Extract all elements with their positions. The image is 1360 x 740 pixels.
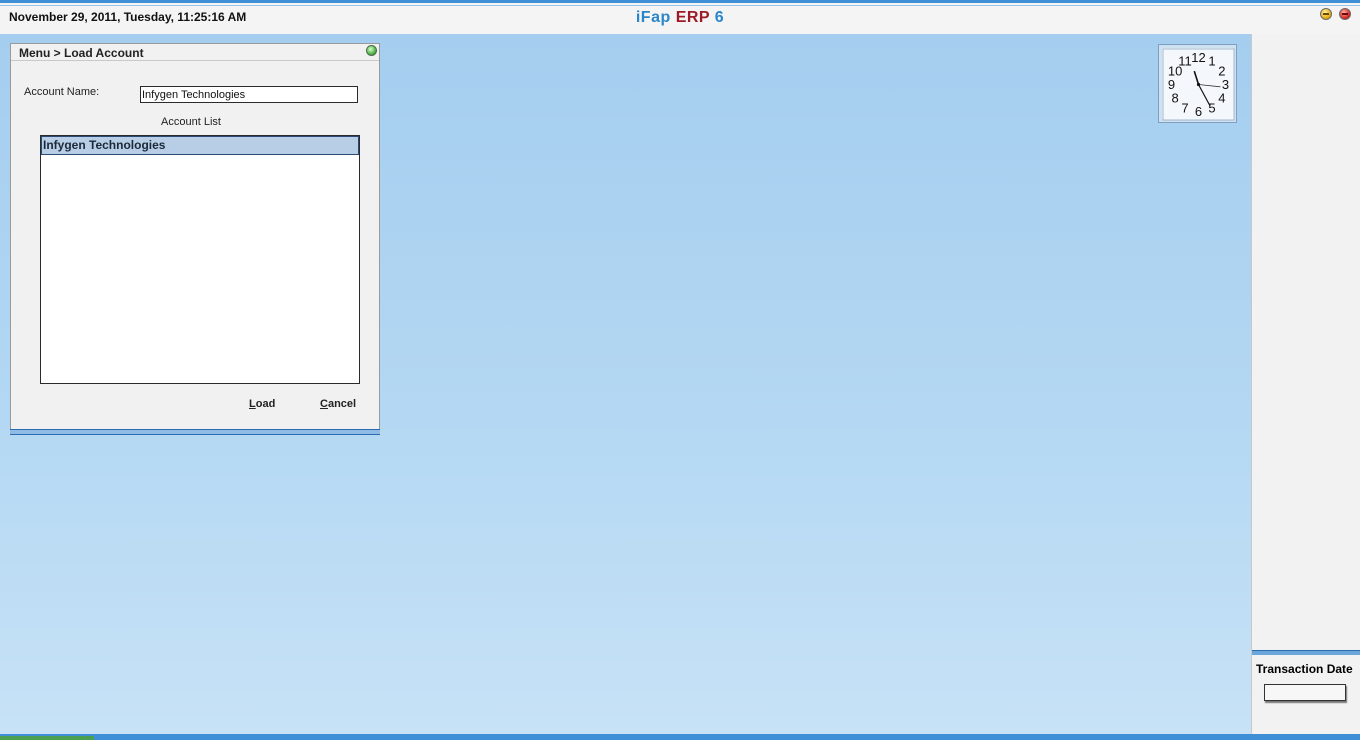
close-icon[interactable]	[1339, 8, 1351, 20]
dialog-title: Menu > Load Account	[19, 46, 144, 60]
load-button[interactable]: Load	[249, 398, 275, 410]
account-name-label: Account Name:	[24, 86, 100, 98]
clock-numeral: 7	[1181, 100, 1188, 115]
clock-numeral: 5	[1208, 100, 1215, 115]
clock-numeral: 6	[1195, 104, 1202, 119]
app-title-erp: ERP	[675, 9, 710, 26]
clock-numeral: 8	[1171, 91, 1178, 106]
account-name-input[interactable]	[140, 86, 358, 103]
cancel-accelerator: C	[320, 398, 328, 410]
load-account-dialog: Menu > Load Account Account Name: Accoun…	[10, 43, 380, 435]
app-title-version: 6	[714, 9, 725, 26]
minimize-icon[interactable]	[1320, 8, 1332, 20]
app-title: iFap ERP 6	[0, 9, 1360, 27]
cancel-label: ancel	[327, 398, 357, 410]
app-title-ifap: iFap	[635, 9, 671, 26]
bottom-bar	[0, 734, 1360, 740]
cancel-button[interactable]: Cancel	[320, 398, 356, 410]
dialog-title-divider	[11, 60, 379, 61]
account-list[interactable]: Infygen Technologies	[40, 135, 360, 384]
taskbar-start[interactable]	[0, 736, 94, 740]
list-item[interactable]: Infygen Technologies	[41, 136, 359, 155]
transaction-date-label: Transaction Date	[1256, 662, 1353, 676]
clock-numeral: 12	[1191, 50, 1205, 65]
transaction-date-field[interactable]	[1264, 684, 1346, 701]
clock-numeral: 4	[1218, 91, 1225, 106]
load-label: oad	[255, 398, 276, 410]
clock-face-icon: 12 1234567891011	[1162, 48, 1235, 121]
analog-clock: 12 1 2 3 4 5 6 7 8 9 10 11	[1158, 44, 1237, 123]
top-bar: November 29, 2011, Tuesday, 11:25:16 AM …	[0, 0, 1360, 34]
dialog-bottom-border	[10, 429, 380, 435]
clock-numeral: 1	[1208, 54, 1215, 69]
right-panel-divider	[1252, 650, 1360, 655]
account-list-label: Account List	[161, 116, 221, 128]
dialog-close-icon[interactable]	[366, 45, 377, 56]
clock-numeral: 11	[1178, 54, 1192, 69]
right-panel: Transaction Date	[1251, 34, 1360, 734]
top-bar-accent-line	[0, 5, 1360, 6]
clock-numeral: 9	[1168, 77, 1175, 92]
load-accelerator: L	[249, 398, 256, 410]
